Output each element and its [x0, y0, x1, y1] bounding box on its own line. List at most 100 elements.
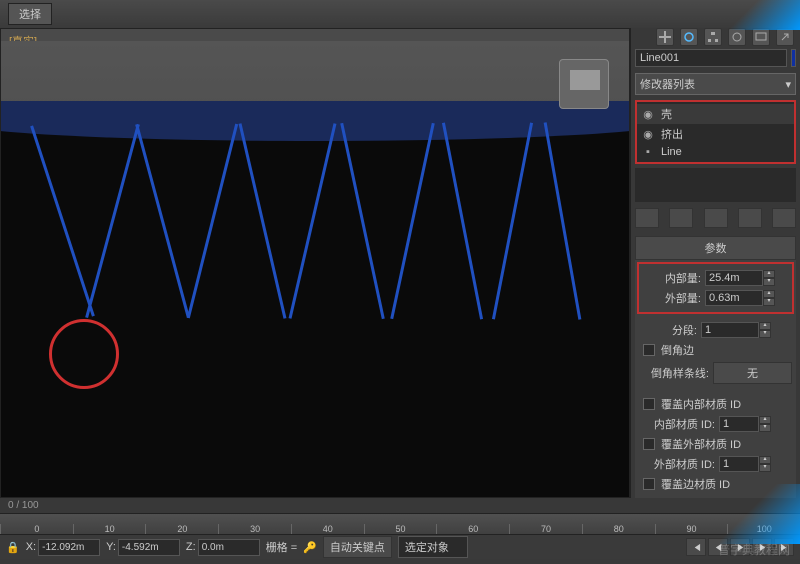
timeline-track[interactable]: 0102030405060708090100	[0, 513, 800, 535]
timeline-tick[interactable]: 80	[582, 524, 655, 534]
override-inner-mat-checkbox[interactable]	[643, 398, 655, 410]
spinner-up-button[interactable]: ▴	[759, 322, 771, 330]
object-name-input[interactable]	[635, 49, 787, 67]
modifier-label: Line	[661, 146, 682, 158]
outer-amount-label: 外部量:	[643, 290, 701, 306]
modifier-list-dropdown[interactable]: 修改器列表 ▾	[635, 73, 796, 95]
y-coord-group: Y:	[106, 539, 180, 556]
spinner-down-button[interactable]: ▾	[759, 424, 771, 432]
spinner-down-button[interactable]: ▾	[763, 278, 775, 286]
timeline-tick[interactable]: 90	[655, 524, 728, 534]
timeline-tick[interactable]: 40	[291, 524, 364, 534]
status-bar: 🔒 X: Y: Z: 栅格 = 🔑 自动关键点 选定对象	[0, 535, 800, 559]
bevel-edges-label: 倒角边	[661, 342, 694, 358]
outer-mat-id-input[interactable]	[719, 456, 759, 472]
autokey-button[interactable]: 自动关键点	[323, 536, 392, 558]
spinner-up-button[interactable]: ▴	[759, 456, 771, 464]
outer-mat-id-label: 外部材质 ID:	[639, 456, 715, 472]
viewport[interactable]: [真实]	[0, 28, 630, 498]
segments-row: 分段: ▴▾	[639, 320, 792, 340]
key-icon[interactable]: 🔑	[303, 541, 317, 554]
goto-end-button[interactable]	[774, 538, 794, 556]
next-frame-button[interactable]	[752, 538, 772, 556]
bevel-spline-row: 倒角样条线: 无	[639, 360, 792, 386]
override-outer-mat-checkbox[interactable]	[643, 438, 655, 450]
timeline-tick[interactable]: 100	[727, 524, 800, 534]
inner-mat-id-label: 内部材质 ID:	[639, 416, 715, 432]
z-input[interactable]	[198, 539, 260, 556]
selection-filter-dropdown[interactable]: 选定对象	[398, 536, 468, 558]
modifier-label: 挤出	[661, 126, 683, 142]
spinner-down-button[interactable]: ▾	[763, 298, 775, 306]
lock-icon[interactable]: 🔒	[6, 541, 20, 554]
grid-label: 栅格 =	[266, 539, 297, 555]
bevel-edges-checkbox[interactable]	[643, 344, 655, 356]
hierarchy-tab-icon[interactable]	[704, 28, 722, 46]
decorative-corner	[710, 0, 800, 30]
spinner-up-button[interactable]: ▴	[763, 270, 775, 278]
modifier-label: 壳	[661, 106, 672, 122]
pin-stack-button[interactable]	[635, 208, 659, 228]
modifier-line[interactable]: ▪ Line	[637, 144, 794, 160]
modifier-shell[interactable]: ◉ 壳	[637, 104, 794, 124]
object-color-swatch[interactable]	[791, 49, 796, 67]
segments-group: 分段: ▴▾ 倒角边 倒角样条线: 无	[635, 316, 796, 390]
play-button[interactable]	[730, 538, 750, 556]
timeline-tick[interactable]: 70	[509, 524, 582, 534]
bottom-area: 0 / 100 0102030405060708090100 🔒 X: Y: Z…	[0, 498, 800, 559]
playback-controls	[686, 538, 794, 556]
top-button-select[interactable]: 选择	[8, 3, 52, 25]
main-area: [真实]	[0, 28, 800, 498]
spinner-up-button[interactable]: ▴	[763, 290, 775, 298]
override-inner-mat-label: 覆盖内部材质 ID	[661, 396, 741, 412]
spinner-up-button[interactable]: ▴	[759, 416, 771, 424]
override-edge-mat-label: 覆盖边材质 ID	[661, 476, 730, 492]
configure-sets-button[interactable]	[772, 208, 796, 228]
viewcube[interactable]	[559, 59, 609, 109]
timeline-tick[interactable]: 30	[218, 524, 291, 534]
visibility-icon[interactable]: ◉	[643, 128, 653, 141]
override-inner-mat-row: 覆盖内部材质 ID	[639, 394, 792, 414]
timeline-tick[interactable]: 60	[436, 524, 509, 534]
bevel-spline-button[interactable]: 无	[713, 362, 792, 384]
inner-amount-label: 内部量:	[643, 270, 701, 286]
inner-amount-spinner: ▴▾	[705, 270, 788, 286]
segments-input[interactable]	[701, 322, 759, 338]
modify-tab-icon[interactable]	[680, 28, 698, 46]
outer-amount-input[interactable]	[705, 290, 763, 306]
road-surface	[1, 111, 629, 497]
rollout-header[interactable]: 参数	[635, 236, 796, 260]
bevel-spline-label: 倒角样条线:	[639, 365, 709, 381]
make-unique-button[interactable]	[704, 208, 728, 228]
spinner-down-button[interactable]: ▾	[759, 464, 771, 472]
utilities-tab-icon[interactable]	[776, 28, 794, 46]
remove-modifier-button[interactable]	[738, 208, 762, 228]
outer-mat-id-row: 外部材质 ID: ▴▾	[639, 454, 792, 474]
x-input[interactable]	[38, 539, 100, 556]
expand-icon[interactable]: ▪	[643, 146, 653, 158]
annotation-circle	[49, 319, 119, 389]
y-input[interactable]	[118, 539, 180, 556]
display-tab-icon[interactable]	[752, 28, 770, 46]
timeline-tick[interactable]: 20	[145, 524, 218, 534]
prev-frame-button[interactable]	[708, 538, 728, 556]
x-coord-group: X:	[26, 539, 100, 556]
create-tab-icon[interactable]	[656, 28, 674, 46]
timeline-tick[interactable]: 10	[73, 524, 146, 534]
frame-info: 0 / 100	[0, 498, 800, 513]
stack-toolbar	[631, 204, 800, 232]
command-panel: 修改器列表 ▾ ◉ 壳 ◉ 挤出 ▪ Line	[630, 28, 800, 498]
modifier-extrude[interactable]: ◉ 挤出	[637, 124, 794, 144]
spinner-down-button[interactable]: ▾	[759, 330, 771, 338]
goto-start-button[interactable]	[686, 538, 706, 556]
timeline-tick[interactable]: 0	[0, 524, 73, 534]
motion-tab-icon[interactable]	[728, 28, 746, 46]
modifier-stack-empty	[635, 168, 796, 202]
visibility-icon[interactable]: ◉	[643, 108, 653, 121]
show-end-result-button[interactable]	[669, 208, 693, 228]
override-edge-mat-checkbox[interactable]	[643, 478, 655, 490]
inner-mat-id-input[interactable]	[719, 416, 759, 432]
timeline-tick[interactable]: 50	[364, 524, 437, 534]
inner-amount-input[interactable]	[705, 270, 763, 286]
object-name-row	[631, 46, 800, 70]
